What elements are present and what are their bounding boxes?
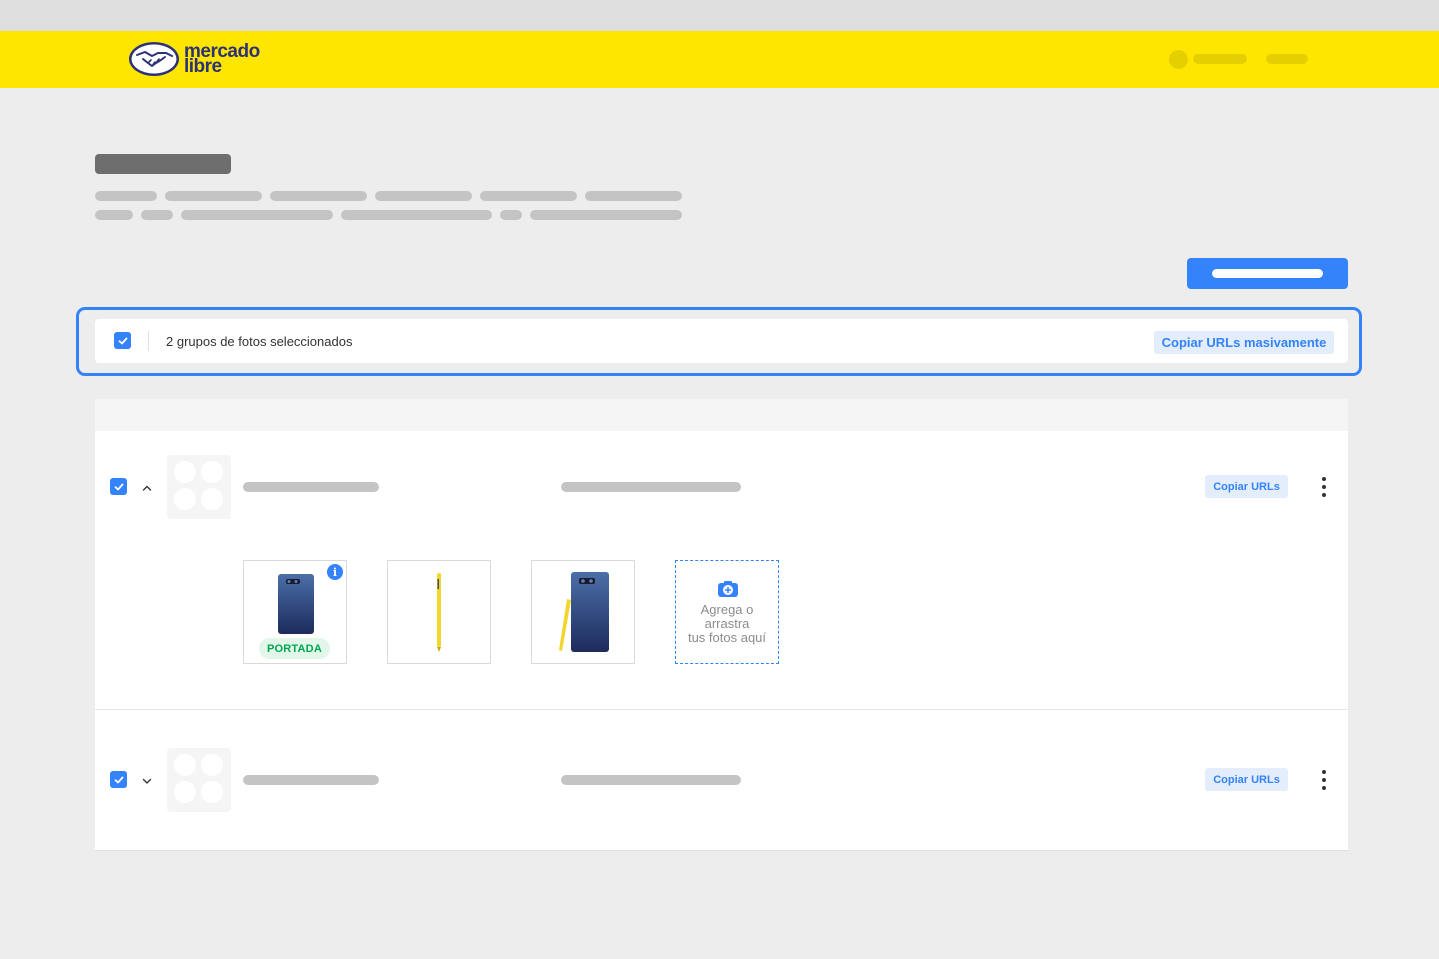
group-name-placeholder	[243, 775, 379, 785]
chevron-up-icon	[142, 485, 152, 491]
button-label-placeholder	[1212, 269, 1323, 278]
copy-urls-button[interactable]: Copiar URLs	[1205, 768, 1288, 791]
description-placeholder	[181, 210, 333, 220]
add-photos-dropzone[interactable]: Agrega o arrastra tus fotos aquí	[675, 560, 779, 664]
camera-add-icon	[718, 581, 738, 597]
checkbox-checked-icon	[118, 337, 127, 344]
copy-urls-bulk-button[interactable]: Copiar URLs masivamente	[1154, 331, 1334, 354]
checkbox-checked-icon	[114, 483, 123, 490]
primary-action-button[interactable]	[1187, 258, 1348, 289]
group-detail-placeholder	[561, 482, 741, 492]
photo-card-cover[interactable]: i PORTADA	[243, 560, 347, 664]
browser-chrome	[0, 0, 1439, 31]
photo-card[interactable]	[531, 560, 635, 664]
kebab-menu-icon[interactable]	[1321, 770, 1327, 790]
copy-urls-button[interactable]: Copiar URLs	[1205, 475, 1288, 498]
row-divider	[95, 709, 1348, 710]
description-placeholder	[500, 210, 522, 220]
group-checkbox[interactable]	[110, 478, 127, 495]
description-placeholder	[585, 191, 682, 201]
group-thumbnail	[167, 748, 231, 812]
checkbox-checked-icon	[114, 776, 123, 783]
handshake-logo-icon	[129, 42, 179, 76]
description-placeholder	[341, 210, 492, 220]
selection-count-text: 2 grupos de fotos seleccionados	[166, 334, 353, 349]
info-icon[interactable]: i	[327, 564, 343, 580]
site-header: mercado libre	[0, 31, 1439, 88]
mercado-libre-logo[interactable]: mercado libre	[128, 41, 260, 77]
select-all-checkbox[interactable]	[114, 332, 131, 349]
group-thumbnail	[167, 455, 231, 519]
phone-with-stylus-image	[559, 572, 609, 652]
group-checkbox[interactable]	[110, 771, 127, 788]
description-placeholder	[480, 191, 577, 201]
group-name-placeholder	[243, 482, 379, 492]
photo-card[interactable]	[387, 560, 491, 664]
expand-toggle[interactable]	[141, 774, 153, 786]
description-placeholder	[141, 210, 173, 220]
description-placeholder	[270, 191, 367, 201]
group-detail-placeholder	[561, 775, 741, 785]
user-name-placeholder[interactable]	[1193, 54, 1247, 64]
stylus-image	[437, 573, 441, 652]
description-placeholder	[95, 210, 133, 220]
description-placeholder	[375, 191, 472, 201]
collapse-toggle[interactable]	[141, 481, 153, 493]
phone-image	[278, 574, 314, 634]
brand-wordmark: mercado libre	[184, 42, 260, 76]
user-avatar[interactable]	[1169, 50, 1188, 69]
page-title-placeholder	[95, 154, 231, 174]
cover-badge: PORTADA	[259, 638, 330, 659]
kebab-menu-icon[interactable]	[1321, 477, 1327, 497]
list-header	[95, 399, 1348, 431]
description-placeholder	[530, 210, 682, 220]
description-placeholder	[95, 191, 157, 201]
header-link-placeholder[interactable]	[1266, 54, 1308, 64]
dropzone-label: Agrega o arrastra tus fotos aquí	[687, 602, 767, 645]
chevron-down-icon	[142, 778, 152, 784]
description-placeholder	[165, 191, 262, 201]
divider	[148, 331, 149, 351]
